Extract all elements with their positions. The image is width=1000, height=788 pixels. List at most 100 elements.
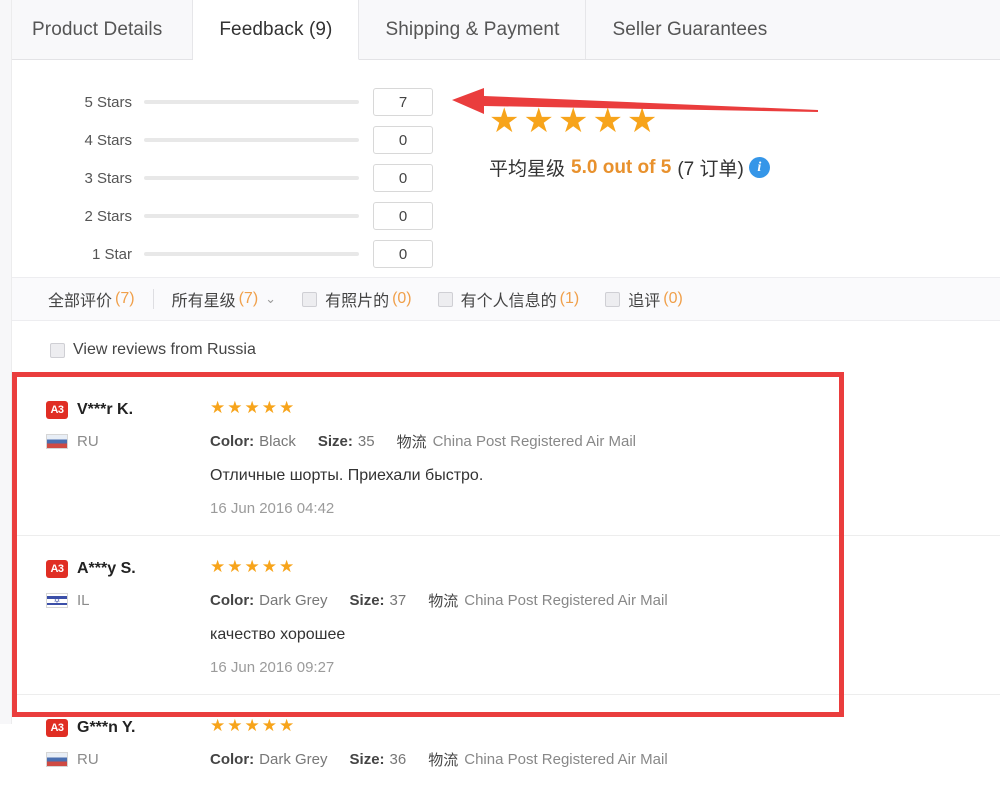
review-list: A3 V***r K. RU ★★★★★ Color: Black Size: … bbox=[12, 377, 1000, 788]
order-count-text: (7 订单) bbox=[677, 159, 744, 180]
review-stars-icon: ★★★★★ bbox=[210, 398, 297, 417]
logistics-value: China Post Registered Air Mail bbox=[464, 751, 668, 768]
logistics-label: 物流 bbox=[428, 593, 459, 610]
filter-additional-reviews[interactable]: 追评 (0) bbox=[605, 287, 683, 311]
filter-count: (0) bbox=[663, 290, 683, 307]
filter-label: 所有星级 bbox=[171, 293, 236, 310]
chevron-down-icon: ⌄ bbox=[265, 291, 277, 306]
filter-count: (0) bbox=[392, 290, 412, 307]
filter-count: (1) bbox=[559, 290, 580, 307]
logistics-label: 物流 bbox=[428, 752, 459, 769]
rating-count-2: 0 bbox=[373, 202, 433, 230]
reviewer-name-row: A3 G***n Y. bbox=[46, 719, 196, 737]
rating-row-label: 3 Stars bbox=[84, 169, 132, 187]
color-label: Color: bbox=[210, 751, 255, 768]
checkbox-icon[interactable] bbox=[437, 291, 453, 307]
reviewer-country-row: ✡ IL bbox=[46, 592, 196, 609]
review-filter-bar: 全部评价 (7) 所有星级 (7) ⌄ 有照片的 (0) 有个人信息的 (1) … bbox=[12, 277, 1000, 321]
color-value: Black bbox=[259, 433, 296, 450]
tab-seller-guarantees[interactable]: Seller Guarantees bbox=[586, 0, 793, 59]
reviewer-name: V***r K. bbox=[77, 401, 134, 418]
aliexpress-badge-icon: A3 bbox=[46, 719, 68, 737]
logistics-label: 物流 bbox=[396, 434, 427, 451]
review-meta: Color: Black Size: 35 物流 China Post Regi… bbox=[210, 431, 980, 452]
info-icon[interactable]: i bbox=[748, 157, 770, 178]
filter-label: 有照片的 bbox=[325, 293, 390, 310]
tab-shipping-payment[interactable]: Shipping & Payment bbox=[359, 0, 587, 59]
tab-product-details[interactable]: Product Details bbox=[12, 0, 194, 59]
checkbox-icon[interactable] bbox=[605, 291, 621, 307]
rating-count-4: 0 bbox=[373, 126, 433, 154]
rating-row-4[interactable]: 4 Stars 0 bbox=[60, 121, 470, 159]
average-rating-line: 平均星级 5.0 out of 5 (7 订单) i bbox=[489, 154, 770, 181]
review-item: A3 V***r K. RU ★★★★★ Color: Black Size: … bbox=[12, 377, 1000, 535]
checkbox-icon[interactable] bbox=[302, 291, 318, 307]
reviewer-info: A3 A***y S. ✡ IL bbox=[46, 560, 196, 609]
size-label: Size: bbox=[349, 592, 385, 609]
review-text: Отличные шорты. Приехали быстро. bbox=[210, 467, 484, 484]
review-text: качество хорошее bbox=[210, 626, 346, 643]
rating-row-label: 1 Star bbox=[91, 245, 132, 263]
flag-il-icon: ✡ bbox=[46, 593, 68, 608]
aliexpress-badge-icon: A3 bbox=[46, 560, 68, 578]
tab-label: Feedback (9) bbox=[219, 18, 333, 40]
color-label: Color: bbox=[210, 592, 255, 609]
filter-all-reviews[interactable]: 全部评价 (7) bbox=[48, 287, 135, 311]
size-value: 37 bbox=[389, 592, 407, 609]
reviewer-info: A3 V***r K. RU bbox=[46, 401, 196, 450]
rating-count-5: 7 bbox=[373, 88, 433, 116]
tab-label: Seller Guarantees bbox=[612, 18, 768, 40]
tab-feedback[interactable]: Feedback (9) bbox=[193, 0, 360, 60]
rating-bar-track bbox=[144, 252, 359, 256]
rating-count-3: 0 bbox=[373, 164, 433, 192]
size-label: Size: bbox=[349, 751, 385, 768]
rating-row-1[interactable]: 1 Star 0 bbox=[60, 235, 470, 273]
feedback-page: Product Details Feedback (9) Shipping & … bbox=[0, 0, 1000, 769]
reviewer-country-row: RU bbox=[46, 433, 196, 450]
review-date: 16 Jun 2016 09:27 bbox=[210, 659, 335, 676]
rating-bar-track bbox=[144, 100, 359, 104]
rating-row-3[interactable]: 3 Stars 0 bbox=[60, 159, 470, 197]
filter-all-stars-dropdown[interactable]: 所有星级 (7) ⌄ bbox=[172, 287, 276, 311]
filter-label: 追评 bbox=[628, 293, 661, 310]
product-tab-bar: Product Details Feedback (9) Shipping & … bbox=[12, 0, 1000, 60]
review-body: ★★★★★ Color: Black Size: 35 物流 China Pos… bbox=[210, 399, 1000, 517]
average-rating-label: 平均星级 bbox=[489, 159, 566, 180]
logistics-value: China Post Registered Air Mail bbox=[432, 433, 637, 450]
reviewer-country-code: RU bbox=[77, 433, 99, 450]
review-date: 16 Jun 2016 04:42 bbox=[210, 500, 335, 517]
color-value: Dark Grey bbox=[259, 751, 328, 768]
rating-row-label: 4 Stars bbox=[84, 131, 132, 149]
russia-toggle-label: View reviews from Russia bbox=[73, 341, 256, 358]
color-label: Color: bbox=[210, 433, 255, 450]
filter-with-personal-info[interactable]: 有个人信息的 (1) bbox=[437, 287, 580, 311]
review-item: A3 A***y S. ✡ IL ★★★★★ Color: Dark Grey … bbox=[12, 535, 1000, 694]
rating-summary: 5 Stars 7 4 Stars 0 3 Stars 0 2 Stars 0 … bbox=[12, 60, 1000, 275]
filter-with-photos[interactable]: 有照片的 (0) bbox=[302, 287, 412, 311]
view-reviews-from-russia-toggle[interactable]: View reviews from Russia bbox=[50, 341, 256, 359]
flag-ru-icon bbox=[46, 434, 68, 449]
filter-label: 有个人信息的 bbox=[460, 293, 557, 310]
tab-label: Shipping & Payment bbox=[385, 18, 560, 40]
rating-row-label: 2 Stars bbox=[84, 207, 132, 225]
filter-divider bbox=[152, 289, 154, 309]
checkbox-icon[interactable] bbox=[50, 342, 65, 358]
reviewer-name: A***y S. bbox=[77, 560, 136, 577]
reviewer-name: G***n Y. bbox=[77, 719, 136, 736]
reviewer-info: A3 G***n Y. RU bbox=[46, 719, 196, 768]
review-body: ★★★★★ Color: Dark Grey Size: 36 物流 China… bbox=[210, 717, 1000, 770]
average-rating-score: 5.0 out of 5 bbox=[571, 156, 672, 178]
reviewer-name-row: A3 A***y S. bbox=[46, 560, 196, 578]
reviewer-country-code: RU bbox=[77, 751, 99, 768]
reviewer-name-row: A3 V***r K. bbox=[46, 401, 196, 419]
rating-row-2[interactable]: 2 Stars 0 bbox=[60, 197, 470, 235]
star-of-david-icon: ✡ bbox=[53, 595, 61, 605]
review-stars-icon: ★★★★★ bbox=[210, 557, 297, 576]
filter-label: 全部评价 bbox=[48, 293, 113, 310]
review-body: ★★★★★ Color: Dark Grey Size: 37 物流 China… bbox=[210, 558, 1000, 676]
review-item: A3 G***n Y. RU ★★★★★ Color: Dark Grey Si… bbox=[12, 694, 1000, 788]
size-label: Size: bbox=[317, 433, 353, 450]
color-value: Dark Grey bbox=[259, 592, 328, 609]
rating-row-5[interactable]: 5 Stars 7 bbox=[60, 83, 470, 121]
review-meta: Color: Dark Grey Size: 37 物流 China Post … bbox=[210, 590, 980, 611]
